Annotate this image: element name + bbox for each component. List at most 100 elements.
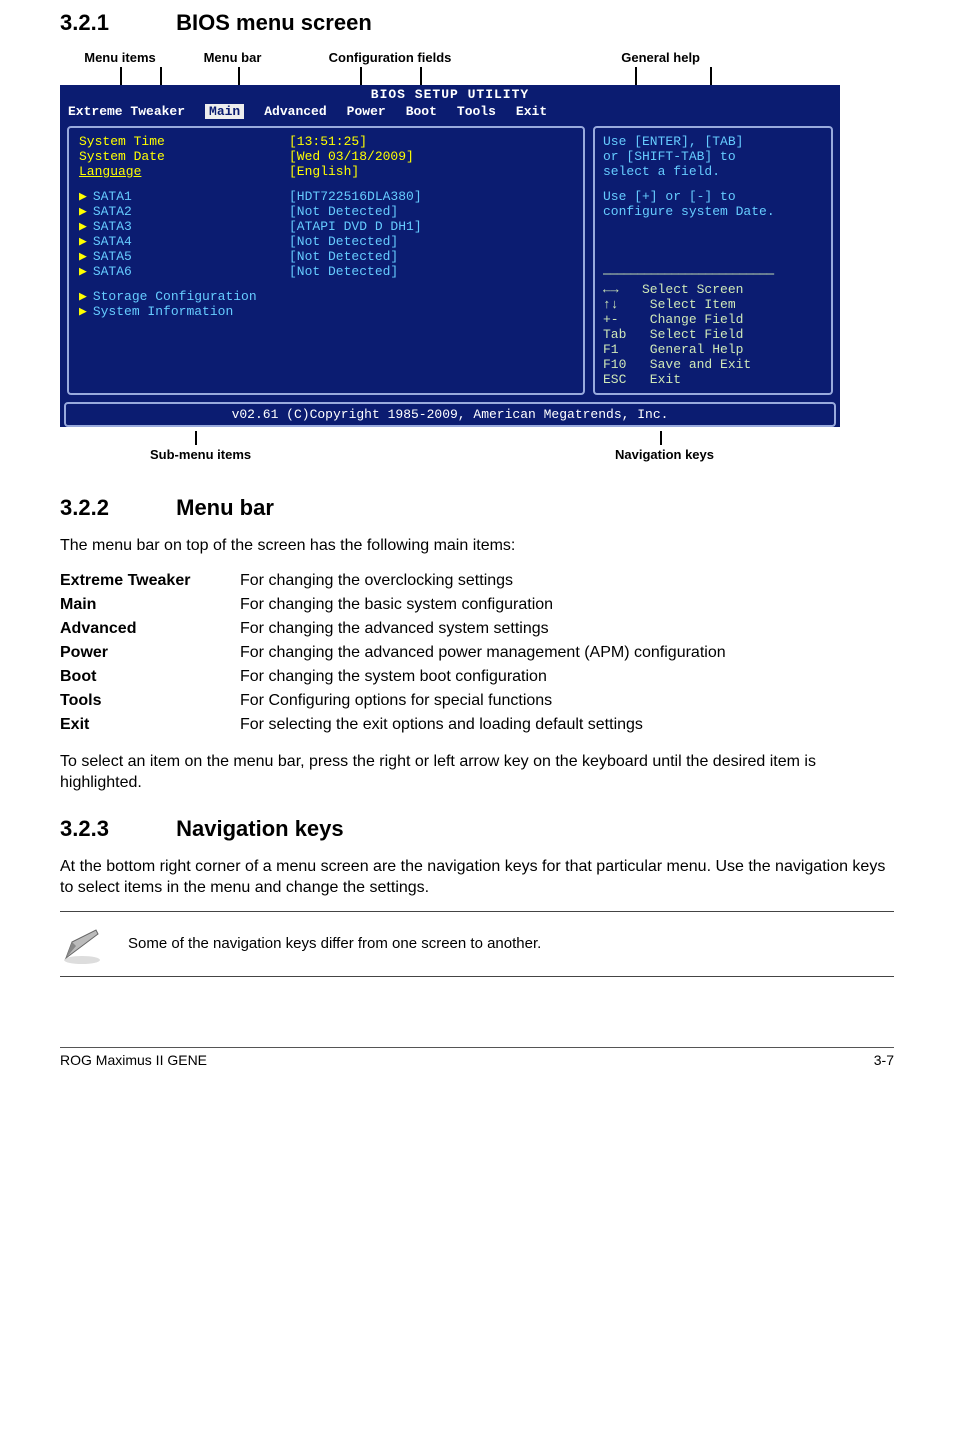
def-desc: For changing the system boot configurati…	[240, 665, 726, 689]
def-desc: For Configuring options for special func…	[240, 689, 726, 713]
menubar-exit[interactable]: Exit	[516, 104, 547, 119]
val-language[interactable]: [English]	[289, 164, 359, 179]
val-system-date[interactable]: [Wed 03/18/2009]	[289, 149, 414, 164]
nav-keys-list: ←→ Select Screen ↑↓ Select Item +- Chang…	[603, 282, 823, 387]
row-sata5[interactable]: ▶ SATA5 [Not Detected]	[79, 249, 573, 264]
val-system-time[interactable]: [13:51:25]	[289, 134, 367, 149]
menubar-boot[interactable]: Boot	[406, 104, 437, 119]
row-storage-config[interactable]: ▶Storage Configuration	[79, 289, 573, 304]
top-annotation-row: Menu items Menu bar Configuration fields…	[60, 50, 894, 65]
def-desc: For changing the basic system configurat…	[240, 593, 726, 617]
lbl-sata5: SATA5	[93, 249, 132, 264]
triangle-icon: ▶	[79, 219, 87, 234]
lbl-sata6: SATA6	[93, 264, 132, 279]
help-divider: ─────────────────────────	[603, 267, 823, 282]
menubar-definitions: Extreme TweakerFor changing the overcloc…	[60, 569, 726, 737]
annot-general-help: General help	[495, 50, 720, 65]
def-term: Exit	[60, 713, 240, 737]
help-line-2: or [SHIFT-TAB] to	[603, 149, 823, 164]
row-sata4[interactable]: ▶ SATA4 [Not Detected]	[79, 234, 573, 249]
val-sata1: [HDT722516DLA380]	[289, 189, 422, 204]
bios-title: BIOS SETUP UTILITY	[60, 85, 840, 104]
help-line-3: select a field.	[603, 164, 823, 179]
bios-footer: v02.61 (C)Copyright 1985-2009, American …	[64, 402, 836, 427]
table-row: Extreme TweakerFor changing the overcloc…	[60, 569, 726, 593]
footer-right: 3-7	[874, 1052, 894, 1068]
heading-322: 3.2.2 Menu bar	[60, 495, 894, 521]
val-sata2: [Not Detected]	[289, 204, 398, 219]
triangle-icon: ▶	[79, 249, 87, 264]
lbl-sata1: SATA1	[93, 189, 132, 204]
menubar-main[interactable]: Main	[205, 104, 244, 119]
table-row: AdvancedFor changing the advanced system…	[60, 617, 726, 641]
secnum-323: 3.2.3	[60, 816, 170, 842]
row-sata6[interactable]: ▶ SATA6 [Not Detected]	[79, 264, 573, 279]
row-sata3[interactable]: ▶ SATA3 [ATAPI DVD D DH1]	[79, 219, 573, 234]
help-line-5: configure system Date.	[603, 204, 823, 219]
heading-321: 3.2.1 BIOS menu screen	[60, 10, 894, 36]
sectitle-321: BIOS menu screen	[176, 10, 372, 35]
menubar-intro: The menu bar on top of the screen has th…	[60, 535, 894, 557]
bios-setup-window: BIOS SETUP UTILITY Extreme Tweaker Main …	[60, 85, 840, 427]
bottom-annotation: Sub-menu items Navigation keys	[60, 431, 894, 471]
annot-nav-keys: Navigation keys	[615, 447, 714, 462]
def-desc: For changing the advanced system setting…	[240, 617, 726, 641]
val-sata3: [ATAPI DVD D DH1]	[289, 219, 422, 234]
def-term: Advanced	[60, 617, 240, 641]
def-desc: For selecting the exit options and loadi…	[240, 713, 726, 737]
heading-323: 3.2.3 Navigation keys	[60, 816, 894, 842]
sectitle-322: Menu bar	[176, 495, 274, 520]
def-term: Extreme Tweaker	[60, 569, 240, 593]
bios-left-panel: System Time [13:51:25] System Date [Wed …	[67, 126, 585, 395]
note-callout: Some of the navigation keys differ from …	[60, 911, 894, 977]
help-line-1: Use [ENTER], [TAB]	[603, 134, 823, 149]
val-sata4: [Not Detected]	[289, 234, 398, 249]
menubar-advanced[interactable]: Advanced	[264, 104, 326, 119]
lbl-storage-config: Storage Configuration	[93, 289, 257, 304]
row-language[interactable]: Language [English]	[79, 164, 573, 179]
table-row: PowerFor changing the advanced power man…	[60, 641, 726, 665]
triangle-icon: ▶	[79, 304, 87, 319]
navkeys-para: At the bottom right corner of a menu scr…	[60, 856, 894, 899]
top-annotation-lines	[60, 67, 894, 85]
annot-menu-items: Menu items	[60, 50, 180, 65]
def-term: Power	[60, 641, 240, 665]
note-text: Some of the navigation keys differ from …	[128, 935, 541, 952]
help-line-4: Use [+] or [-] to	[603, 189, 823, 204]
def-desc: For changing the advanced power manageme…	[240, 641, 726, 665]
lbl-sata3: SATA3	[93, 219, 132, 234]
footer-left: ROG Maximus II GENE	[60, 1052, 207, 1068]
row-sata1[interactable]: ▶ SATA1 [HDT722516DLA380]	[79, 189, 573, 204]
lbl-system-info: System Information	[93, 304, 233, 319]
lbl-language: Language	[79, 164, 289, 179]
secnum-321: 3.2.1	[60, 10, 170, 36]
triangle-icon: ▶	[79, 264, 87, 279]
triangle-icon: ▶	[79, 204, 87, 219]
row-system-info[interactable]: ▶ System Information	[79, 304, 573, 319]
val-sata6: [Not Detected]	[289, 264, 398, 279]
def-term: Main	[60, 593, 240, 617]
triangle-icon: ▶	[79, 234, 87, 249]
table-row: MainFor changing the basic system config…	[60, 593, 726, 617]
lbl-system-time: System Time	[79, 134, 289, 149]
row-system-time[interactable]: System Time [13:51:25]	[79, 134, 573, 149]
page-footer: ROG Maximus II GENE 3-7	[60, 1047, 894, 1068]
sectitle-323: Navigation keys	[176, 816, 344, 841]
def-term: Tools	[60, 689, 240, 713]
lbl-system-date: System Date	[79, 149, 289, 164]
annot-submenu-items: Sub-menu items	[150, 447, 251, 462]
table-row: ToolsFor Configuring options for special…	[60, 689, 726, 713]
triangle-icon: ▶	[79, 189, 87, 204]
lbl-sata4: SATA4	[93, 234, 132, 249]
bios-help-panel: Use [ENTER], [TAB] or [SHIFT-TAB] to sel…	[593, 126, 833, 395]
row-system-date[interactable]: System Date [Wed 03/18/2009]	[79, 149, 573, 164]
menubar-extreme-tweaker[interactable]: Extreme Tweaker	[68, 104, 185, 119]
bios-menubar[interactable]: Extreme Tweaker Main Advanced Power Boot…	[60, 104, 840, 122]
table-row: ExitFor selecting the exit options and l…	[60, 713, 726, 737]
menubar-tools[interactable]: Tools	[457, 104, 496, 119]
annot-menu-bar: Menu bar	[180, 50, 285, 65]
menubar-power[interactable]: Power	[347, 104, 386, 119]
row-sata2[interactable]: ▶SATA2 [Not Detected]	[79, 204, 573, 219]
def-term: Boot	[60, 665, 240, 689]
val-sata5: [Not Detected]	[289, 249, 398, 264]
